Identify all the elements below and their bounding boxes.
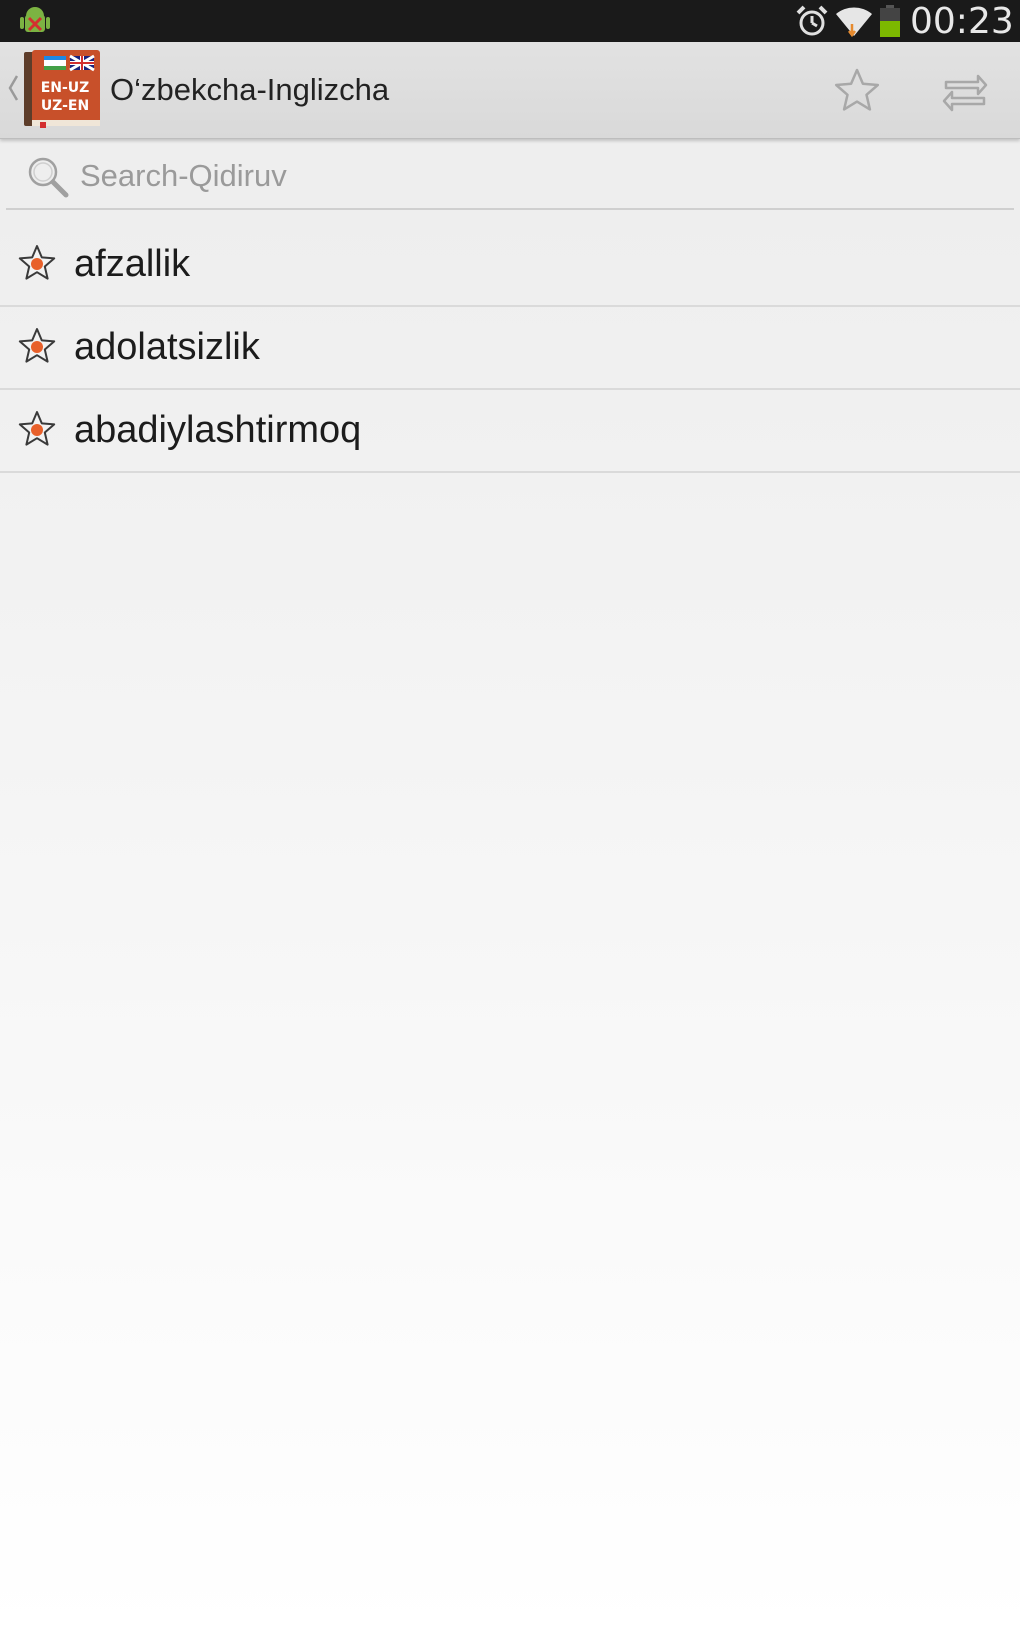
status-clock: 00:23: [910, 1, 1014, 42]
word-label: afzallik: [74, 243, 191, 285]
search-input[interactable]: [74, 150, 986, 202]
swap-direction-button[interactable]: [930, 58, 1000, 122]
list-item[interactable]: adolatsizlik: [0, 307, 1020, 390]
action-bar: EN-UZ UZ-EN O‘zbekcha-Inglizcha: [0, 42, 1020, 139]
star-icon[interactable]: [18, 327, 56, 365]
list-item[interactable]: abadiylashtirmoq: [0, 390, 1020, 473]
logo-text-top: EN-UZ: [41, 80, 90, 96]
status-bar: 00:23: [0, 0, 1020, 42]
star-icon[interactable]: [18, 244, 56, 282]
android-debug-icon: [20, 7, 50, 32]
page-title: O‘zbekcha-Inglizcha: [110, 72, 390, 107]
search-icon: [28, 157, 69, 198]
chevron-left-icon[interactable]: [6, 72, 20, 104]
alarm-icon: [796, 5, 828, 36]
swap-icon: [942, 74, 988, 112]
favorites-button[interactable]: [822, 58, 892, 122]
word-list: afzallik adolatsizlik abadiylashtirmoq: [0, 224, 1020, 473]
word-label: adolatsizlik: [74, 326, 260, 368]
wifi-icon: [836, 7, 872, 38]
search-bar: [6, 142, 1014, 210]
list-item[interactable]: afzallik: [0, 224, 1020, 307]
app-logo[interactable]: EN-UZ UZ-EN: [22, 48, 102, 128]
star-icon[interactable]: [18, 410, 56, 448]
logo-text-bottom: UZ-EN: [41, 98, 89, 114]
star-outline-icon: [834, 68, 880, 111]
word-label: abadiylashtirmoq: [74, 409, 362, 451]
battery-icon: [880, 5, 900, 37]
